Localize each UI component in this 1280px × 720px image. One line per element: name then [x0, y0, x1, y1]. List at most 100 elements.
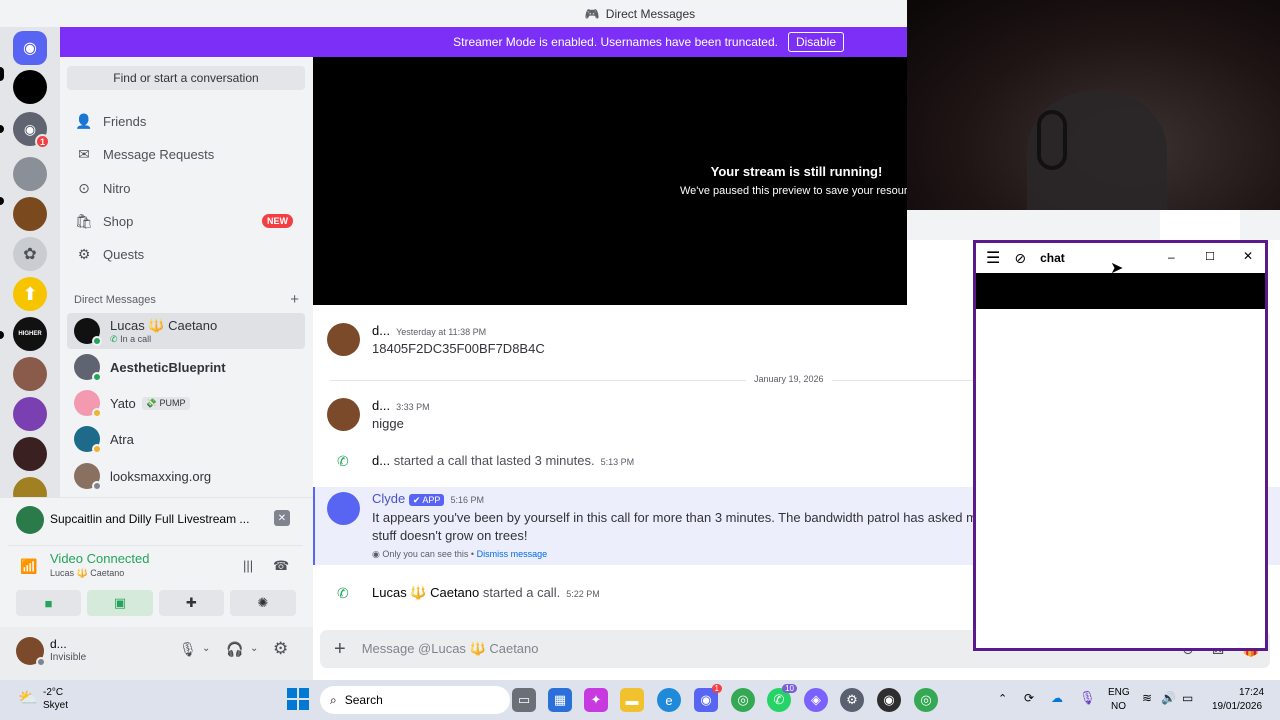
chat-window[interactable]: ☰ ⊘ chat – ☐ ✕ — [973, 240, 1268, 651]
screen-share-icon: ▣ — [113, 595, 127, 610]
user-avatar[interactable] — [16, 637, 46, 667]
server-icon-7[interactable]: HIGHER — [13, 317, 47, 351]
voice-channel[interactable]: Lucas 🔱 Caetano — [50, 568, 124, 579]
nav-nitro[interactable]: ⊙ Nitro — [67, 173, 305, 203]
tray-overflow-chevron-icon[interactable]: ⌃ — [998, 692, 1007, 705]
nav-friends[interactable]: 👤 Friends — [67, 106, 305, 136]
chrome-icon[interactable]: ◎ — [731, 688, 755, 712]
create-dm-plus-icon[interactable]: + — [290, 292, 299, 307]
dm-item-aestheticblueprint[interactable]: AestheticBlueprint — [67, 349, 305, 385]
find-conversation-button[interactable]: Find or start a conversation — [67, 66, 305, 90]
battery-icon[interactable]: ▭ — [1182, 691, 1193, 705]
server-icon-2[interactable]: ◉ 1 — [13, 112, 50, 149]
dm-section-header: Direct Messages + — [74, 291, 299, 308]
maximize-icon[interactable]: ☐ — [1205, 250, 1215, 263]
avatar — [74, 426, 102, 454]
close-stream-icon[interactable]: ✕ — [274, 510, 290, 526]
dismiss-message-link[interactable]: Dismiss message — [477, 549, 548, 559]
weather-desc: Skyet — [43, 700, 69, 711]
server-icon-1[interactable] — [13, 70, 47, 104]
stream-preview[interactable]: Your stream is still running! We've paus… — [313, 57, 913, 305]
chat-window-title: chat — [1040, 251, 1065, 265]
headphone-options-chevron-icon[interactable]: ⌄ — [250, 643, 258, 654]
user-name: d... — [50, 637, 67, 651]
obs-icon[interactable]: ◉ — [877, 688, 901, 712]
message-placeholder: Message @Lucas 🔱 Caetano — [361, 641, 539, 656]
server-icon-6[interactable]: ⬆ — [13, 277, 47, 311]
notification-badge: 1 — [35, 134, 50, 149]
soundboard-icon: ✺ — [257, 595, 269, 610]
dm-item-yato[interactable]: Yato 💸 PUMP — [67, 385, 305, 421]
avatar — [327, 323, 360, 356]
phone-icon: ✆ — [110, 333, 118, 344]
chat-header-bar — [976, 273, 1265, 309]
messenger-icon[interactable]: ◈ — [804, 688, 828, 712]
microphone-icon[interactable]: 🎙 — [179, 641, 197, 658]
file-explorer-icon[interactable]: ▬ — [620, 688, 644, 712]
close-icon[interactable]: ✕ — [1243, 249, 1253, 263]
weather-icon[interactable]: ⛅ — [18, 688, 38, 708]
avatar — [74, 463, 102, 491]
disable-streamer-mode-button[interactable]: Disable — [787, 32, 844, 52]
avatar — [74, 318, 102, 346]
menu-icon[interactable]: ☰ — [986, 248, 1000, 268]
mouse-cursor-icon: ➤ — [1110, 260, 1124, 277]
taskbar: ⛅ -2°C Skyet ⌕ Search ▭ ▦ ✦ ▬ e ◉ 1 ◎ ✆ 10 … — [0, 680, 1280, 720]
dm-item-atra[interactable]: Atra — [67, 421, 305, 457]
windows-start-icon[interactable] — [287, 688, 309, 710]
activities-icon: ✚ — [186, 595, 197, 610]
chrome-profile-icon[interactable]: ◎ — [914, 688, 938, 712]
language-code[interactable]: ENG — [1108, 687, 1130, 698]
onedrive-icon[interactable]: ☁ — [1051, 691, 1063, 705]
user-panel: d... Invisible 🎙 ⌄ 🎧 ⌄ ⚙ — [0, 627, 313, 680]
disconnect-icon[interactable]: ☎ — [273, 558, 289, 574]
streamer-mode-banner: Streamer Mode is enabled. Usernames have… — [60, 27, 907, 57]
server-icon-4[interactable] — [13, 197, 47, 231]
taskbar-search[interactable]: ⌕ Search — [320, 686, 510, 714]
minimize-icon[interactable]: – — [1168, 250, 1175, 264]
volume-icon[interactable]: 🔊 — [1161, 691, 1176, 705]
clock-time[interactable]: 17:24 — [1239, 687, 1264, 698]
search-icon: ⌕ — [330, 692, 337, 707]
whatsapp-icon[interactable]: ✆ 10 — [767, 684, 797, 712]
discord-taskbar-icon[interactable]: ◉ 1 — [694, 684, 722, 712]
server-icon-9[interactable] — [13, 397, 47, 431]
keyboard-layout[interactable]: NO — [1111, 701, 1126, 712]
server-icon-3[interactable] — [13, 157, 47, 191]
server-icon-5[interactable]: ✿ — [13, 237, 47, 271]
nav-shop[interactable]: 🛍 Shop NEW — [67, 206, 305, 236]
copilot-icon[interactable]: ✦ — [584, 688, 608, 712]
webcam-overlay — [907, 0, 1280, 210]
microphone-tray-icon[interactable]: 🎙 — [1079, 690, 1096, 706]
gear-icon[interactable]: ⚙ — [273, 639, 288, 659]
signal-icon: 📶 — [20, 558, 38, 574]
store-icon[interactable]: ▦ — [548, 688, 572, 712]
mic-options-chevron-icon[interactable]: ⌄ — [202, 643, 210, 654]
noise-suppression-icon[interactable]: ||| — [243, 558, 253, 573]
camera-button[interactable]: ■ — [16, 590, 81, 616]
date-divider: January 19, 2026 — [746, 374, 832, 384]
screen-share-button[interactable]: ▣ — [87, 590, 153, 616]
sync-icon[interactable]: ⟳ — [1024, 691, 1034, 705]
task-view-icon[interactable]: ▭ — [512, 688, 536, 712]
server-icon-10[interactable] — [13, 437, 47, 471]
edge-icon[interactable]: e — [657, 688, 681, 712]
nav-message-requests[interactable]: ✉ Message Requests — [67, 139, 305, 169]
headphones-icon[interactable]: 🎧 — [226, 641, 243, 658]
new-badge: NEW — [262, 214, 293, 228]
wifi-icon[interactable]: ≋ — [1142, 691, 1152, 705]
add-attachment-icon[interactable]: + — [334, 638, 346, 661]
dm-item-looksmaxxing[interactable]: looksmaxxing.org — [67, 458, 305, 494]
weather-temp: -2°C — [43, 687, 64, 698]
clock-date[interactable]: 19/01/2026 — [1212, 701, 1262, 712]
settings-icon[interactable]: ⚙ — [840, 688, 864, 712]
activities-button[interactable]: ✚ — [159, 590, 224, 616]
voice-status[interactable]: Video Connected — [50, 551, 150, 566]
avatar — [327, 398, 360, 431]
nav-quests[interactable]: ⚙ Quests — [67, 239, 305, 269]
server-icon-8[interactable] — [13, 357, 47, 391]
friends-icon: 👤 — [75, 112, 93, 129]
soundboard-button[interactable]: ✺ — [230, 590, 296, 616]
home-discord-button[interactable]: ◉ — [13, 31, 47, 65]
dm-item-lucas[interactable]: Lucas 🔱 Caetano ✆ In a call — [67, 313, 305, 349]
